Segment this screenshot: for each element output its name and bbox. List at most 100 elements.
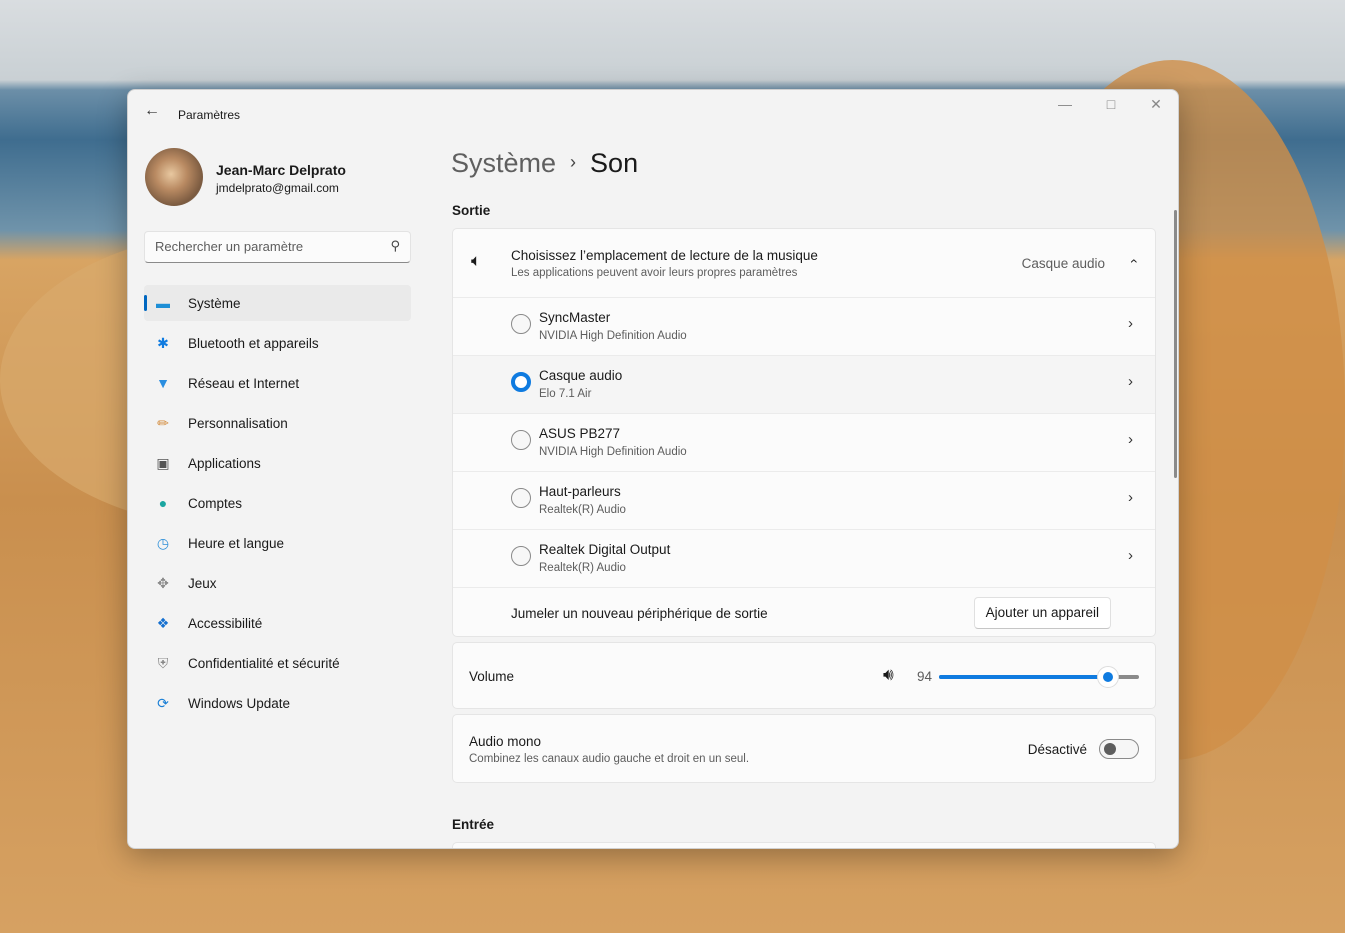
mono-audio-state: Désactivé	[1027, 742, 1087, 757]
output-selected-value: Casque audio	[1021, 256, 1105, 271]
output-header-title: Choisissez l’emplacement de lecture de l…	[511, 248, 818, 263]
volume-slider-fill	[939, 675, 1109, 679]
sidebar-item-label: Personnalisation	[188, 415, 288, 431]
device-name: SyncMaster	[539, 310, 611, 325]
mono-audio-card: Audio mono Combinez les canaux audio gau…	[452, 714, 1156, 783]
input-card	[452, 842, 1156, 848]
sidebar-item-label: Comptes	[188, 495, 243, 511]
chevron-right-icon[interactable]: ›	[1128, 373, 1133, 390]
pair-device-row: Jumeler un nouveau périphérique de sorti…	[453, 587, 1155, 636]
output-device-row[interactable]: SyncMaster NVIDIA High Definition Audio ›	[453, 297, 1155, 355]
shield-icon: ⛨	[157, 654, 169, 671]
sidebar-item-6[interactable]: ◷ Heure et langue	[144, 525, 411, 561]
search-placeholder: Rechercher un paramètre	[155, 239, 304, 254]
sidebar-item-label: Bluetooth et appareils	[188, 335, 319, 351]
account-icon: ●	[158, 495, 168, 511]
output-device-row[interactable]: ASUS PB277 NVIDIA High Definition Audio ›	[453, 413, 1155, 471]
sidebar-item-label: Applications	[188, 455, 261, 471]
pair-device-label: Jumeler un nouveau périphérique de sorti…	[511, 606, 768, 621]
user-name: Jean-Marc Delprato	[216, 162, 346, 178]
chevron-right-icon[interactable]: ›	[1128, 489, 1133, 506]
update-icon: ⟳	[157, 694, 169, 711]
output-header-subtitle: Les applications peuvent avoir leurs pro…	[511, 267, 798, 279]
volume-card: Volume 🔊︎ 94	[452, 642, 1156, 709]
user-email: jmdelprato@gmail.com	[216, 181, 339, 195]
chevron-right-icon: ›	[570, 152, 577, 172]
sidebar-item-1[interactable]: ✱ Bluetooth et appareils	[144, 325, 411, 361]
speaker-icon[interactable]: 🔊︎	[883, 665, 894, 685]
output-device-row[interactable]: Casque audio Elo 7.1 Air ›	[453, 355, 1155, 413]
sidebar-item-label: Système	[188, 295, 241, 311]
sidebar-item-label: Confidentialité et sécurité	[188, 655, 340, 671]
brush-icon: ✏	[157, 414, 169, 431]
arrow-left-icon[interactable]: ←	[144, 102, 160, 120]
sidebar-item-label: Windows Update	[188, 695, 291, 711]
device-radio[interactable]	[511, 314, 531, 334]
sidebar-item-label: Heure et langue	[188, 535, 285, 551]
chevron-right-icon[interactable]: ›	[1128, 431, 1133, 448]
system-icon: ▬	[156, 295, 170, 311]
sidebar-item-0[interactable]: ▬ Système	[144, 285, 411, 321]
chevron-up-icon[interactable]: ›	[1125, 259, 1141, 264]
breadcrumb: Système › Son	[451, 148, 638, 179]
section-output: Sortie	[452, 203, 491, 218]
device-name: ASUS PB277	[539, 426, 621, 441]
apps-icon: ▣	[156, 454, 170, 471]
section-input: Entrée	[452, 817, 495, 832]
sidebar-item-3[interactable]: ✏ Personnalisation	[144, 405, 411, 441]
device-driver: Realtek(R) Audio	[539, 562, 626, 574]
device-radio[interactable]	[511, 430, 531, 450]
close-icon[interactable]: ✕	[1141, 96, 1171, 113]
sidebar-item-label: Réseau et Internet	[188, 375, 300, 391]
chevron-right-icon[interactable]: ›	[1128, 547, 1133, 564]
chevron-right-icon[interactable]: ›	[1128, 315, 1133, 332]
mono-audio-title: Audio mono	[469, 734, 542, 749]
device-radio[interactable]	[511, 488, 531, 508]
page-title: Son	[590, 148, 639, 178]
output-card: 🔈︎ Choisissez l’emplacement de lecture d…	[452, 228, 1156, 637]
sidebar-item-8[interactable]: ❖ Accessibilité	[144, 605, 411, 641]
output-header[interactable]: 🔈︎ Choisissez l’emplacement de lecture d…	[453, 229, 1155, 297]
maximize-icon[interactable]: □	[1096, 96, 1126, 112]
volume-slider[interactable]	[939, 666, 1139, 688]
device-driver: NVIDIA High Definition Audio	[539, 330, 687, 342]
volume-label: Volume	[469, 669, 515, 684]
window-title: Paramètres	[178, 108, 241, 122]
sidebar-item-label: Accessibilité	[188, 615, 263, 631]
mono-audio-subtitle: Combinez les canaux audio gauche et droi…	[469, 753, 750, 765]
output-device-row[interactable]: Realtek Digital Output Realtek(R) Audio ›	[453, 529, 1155, 587]
mono-audio-toggle[interactable]	[1099, 739, 1139, 759]
device-driver: Realtek(R) Audio	[539, 504, 626, 516]
device-driver: Elo 7.1 Air	[539, 388, 592, 400]
device-driver: NVIDIA High Definition Audio	[539, 446, 687, 458]
speaker-icon: 🔈︎	[471, 251, 482, 270]
wifi-icon: ▼	[156, 375, 170, 391]
device-radio[interactable]	[511, 546, 531, 566]
settings-window: ← Paramètres — □ ✕ Jean-Marc Delprato jm…	[127, 89, 1179, 849]
add-device-button[interactable]: Ajouter un appareil	[973, 597, 1111, 629]
clock-globe-icon: ◷	[156, 534, 170, 551]
minimize-icon[interactable]: —	[1050, 96, 1080, 112]
sidebar-item-5[interactable]: ● Comptes	[144, 485, 411, 521]
search-input[interactable]: Rechercher un paramètre ⚲	[144, 231, 411, 263]
volume-slider-thumb[interactable]	[1097, 666, 1120, 688]
bluetooth-icon: ✱	[157, 334, 169, 351]
search-icon[interactable]: ⚲	[390, 238, 400, 254]
sidebar-item-10[interactable]: ⟳ Windows Update	[144, 685, 411, 721]
breadcrumb-parent[interactable]: Système	[451, 148, 556, 178]
accessibility-icon: ❖	[156, 614, 170, 631]
sidebar-item-2[interactable]: ▼ Réseau et Internet	[144, 365, 411, 401]
device-name: Casque audio	[539, 368, 623, 383]
device-radio[interactable]	[511, 372, 531, 392]
volume-value: 94	[917, 669, 933, 684]
output-device-row[interactable]: Haut-parleurs Realtek(R) Audio ›	[453, 471, 1155, 529]
device-name: Realtek Digital Output	[539, 542, 671, 557]
sidebar-item-4[interactable]: ▣ Applications	[144, 445, 411, 481]
sidebar-item-label: Jeux	[188, 575, 217, 591]
gamepad-icon: ✥	[157, 574, 169, 591]
sidebar-item-9[interactable]: ⛨ Confidentialité et sécurité	[144, 645, 411, 681]
avatar[interactable]	[145, 148, 203, 206]
scrollbar[interactable]	[1174, 210, 1177, 478]
device-name: Haut-parleurs	[539, 484, 621, 499]
sidebar-item-7[interactable]: ✥ Jeux	[144, 565, 411, 601]
